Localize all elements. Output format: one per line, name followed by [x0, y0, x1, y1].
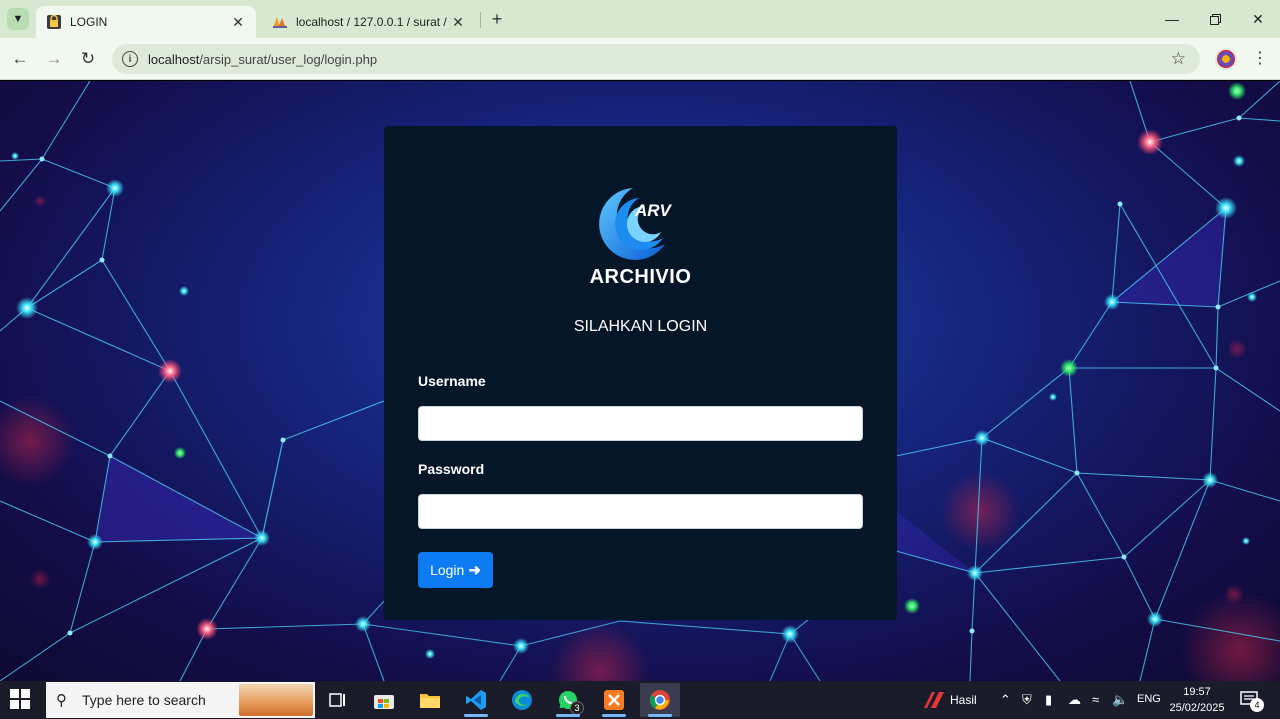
chevron-up-icon[interactable]: ⌃ — [1000, 692, 1011, 708]
taskbar: ⚲ Type here to search 3 Hasil ⌃ ⛨ ▮ ☁ ≈ … — [0, 681, 1280, 719]
back-icon[interactable]: ← — [7, 46, 33, 72]
tab-title: localhost / 127.0.0.1 / surat / user_log — [296, 15, 450, 29]
close-tab-icon[interactable]: ✕ — [450, 14, 466, 31]
reload-icon[interactable]: ↻ — [75, 46, 101, 72]
search-highlight-image — [239, 684, 313, 716]
microsoft-store-icon[interactable] — [364, 683, 404, 717]
search-placeholder: Type here to search — [82, 692, 206, 708]
clock-time: 19:57 — [1183, 686, 1211, 698]
whatsapp-icon[interactable]: 3 — [548, 683, 588, 717]
bookmark-star-icon[interactable]: ☆ — [1171, 49, 1186, 69]
taskbar-search[interactable]: ⚲ Type here to search — [46, 682, 315, 718]
security-shield-icon[interactable]: ⛨ — [1022, 692, 1032, 708]
new-tab-button[interactable]: + — [486, 9, 508, 31]
login-button[interactable]: Login ➜ — [418, 552, 493, 588]
onedrive-cloud-icon[interactable]: ☁ — [1068, 692, 1081, 708]
profile-avatar[interactable] — [1215, 48, 1237, 70]
lock-favicon-icon — [46, 14, 62, 30]
address-bar[interactable]: i localhost/arsip_surat/user_log/login.p… — [112, 44, 1200, 74]
edge-icon[interactable] — [502, 683, 542, 717]
clock[interactable]: 19:57 25/02/2025 — [1168, 684, 1226, 716]
browser-toolbar: ← → ↻ i localhost/arsip_surat/user_log/l… — [0, 38, 1280, 80]
minimize-icon[interactable]: — — [1150, 6, 1194, 32]
tab-divider — [480, 12, 481, 28]
tab-search-chevron-icon[interactable]: ▼ — [7, 8, 29, 30]
volume-icon[interactable]: 🔈 — [1112, 692, 1128, 708]
login-card: ARV ARCHIVIO SILAHKAN LOGIN Username Pas… — [384, 126, 897, 620]
password-input[interactable] — [418, 494, 863, 529]
password-label: Password — [418, 461, 485, 477]
address-url[interactable]: localhost/arsip_surat/user_log/login.php — [148, 52, 377, 67]
file-explorer-icon[interactable] — [410, 683, 450, 717]
logo-text: ARV — [634, 201, 673, 220]
clock-date: 25/02/2025 — [1169, 702, 1225, 714]
search-icon: ⚲ — [56, 692, 67, 709]
login-heading: SILAHKAN LOGIN — [573, 318, 708, 335]
task-view-icon[interactable] — [318, 683, 358, 717]
menu-kebab-icon[interactable]: ⋮ — [1250, 48, 1270, 70]
tab-phpmyadmin[interactable]: localhost / 127.0.0.1 / surat / user_log… — [262, 6, 476, 38]
hasil-app-icon[interactable] — [914, 683, 954, 717]
site-info-icon[interactable]: i — [122, 51, 138, 67]
wifi-icon[interactable]: ≈ — [1092, 692, 1099, 707]
notification-icon[interactable]: 4 — [1240, 690, 1264, 712]
tab-title: LOGIN — [70, 15, 108, 29]
tab-login[interactable]: LOGIN ✕ — [36, 6, 256, 38]
restore-icon[interactable] — [1193, 6, 1237, 32]
vscode-icon[interactable] — [456, 683, 496, 717]
close-window-icon[interactable]: ✕ — [1236, 6, 1280, 32]
xampp-icon[interactable] — [594, 683, 634, 717]
username-label: Username — [418, 373, 486, 389]
archivio-logo: ARV — [593, 186, 693, 266]
chrome-icon[interactable] — [640, 683, 680, 717]
arrow-right-icon: ➜ — [468, 562, 481, 579]
page-viewport: ARV ARCHIVIO SILAHKAN LOGIN Username Pas… — [0, 81, 1280, 681]
close-tab-icon[interactable]: ✕ — [230, 14, 246, 31]
login-button-label: Login — [430, 562, 465, 578]
notification-badge: 4 — [1250, 698, 1264, 712]
brand-name: ARCHIVIO — [589, 266, 692, 288]
hasil-label[interactable]: Hasil — [950, 693, 977, 707]
tab-strip: ▼ LOGIN ✕ localhost / 127.0.0.1 / surat … — [0, 0, 1280, 38]
language-indicator[interactable]: ENG — [1137, 693, 1161, 705]
whatsapp-badge: 3 — [570, 701, 584, 715]
phpmyadmin-favicon-icon — [272, 14, 288, 30]
forward-icon[interactable]: → — [41, 46, 67, 72]
windows-start-icon[interactable] — [10, 689, 32, 711]
username-input[interactable] — [418, 406, 863, 441]
battery-icon[interactable]: ▮ — [1045, 692, 1052, 708]
